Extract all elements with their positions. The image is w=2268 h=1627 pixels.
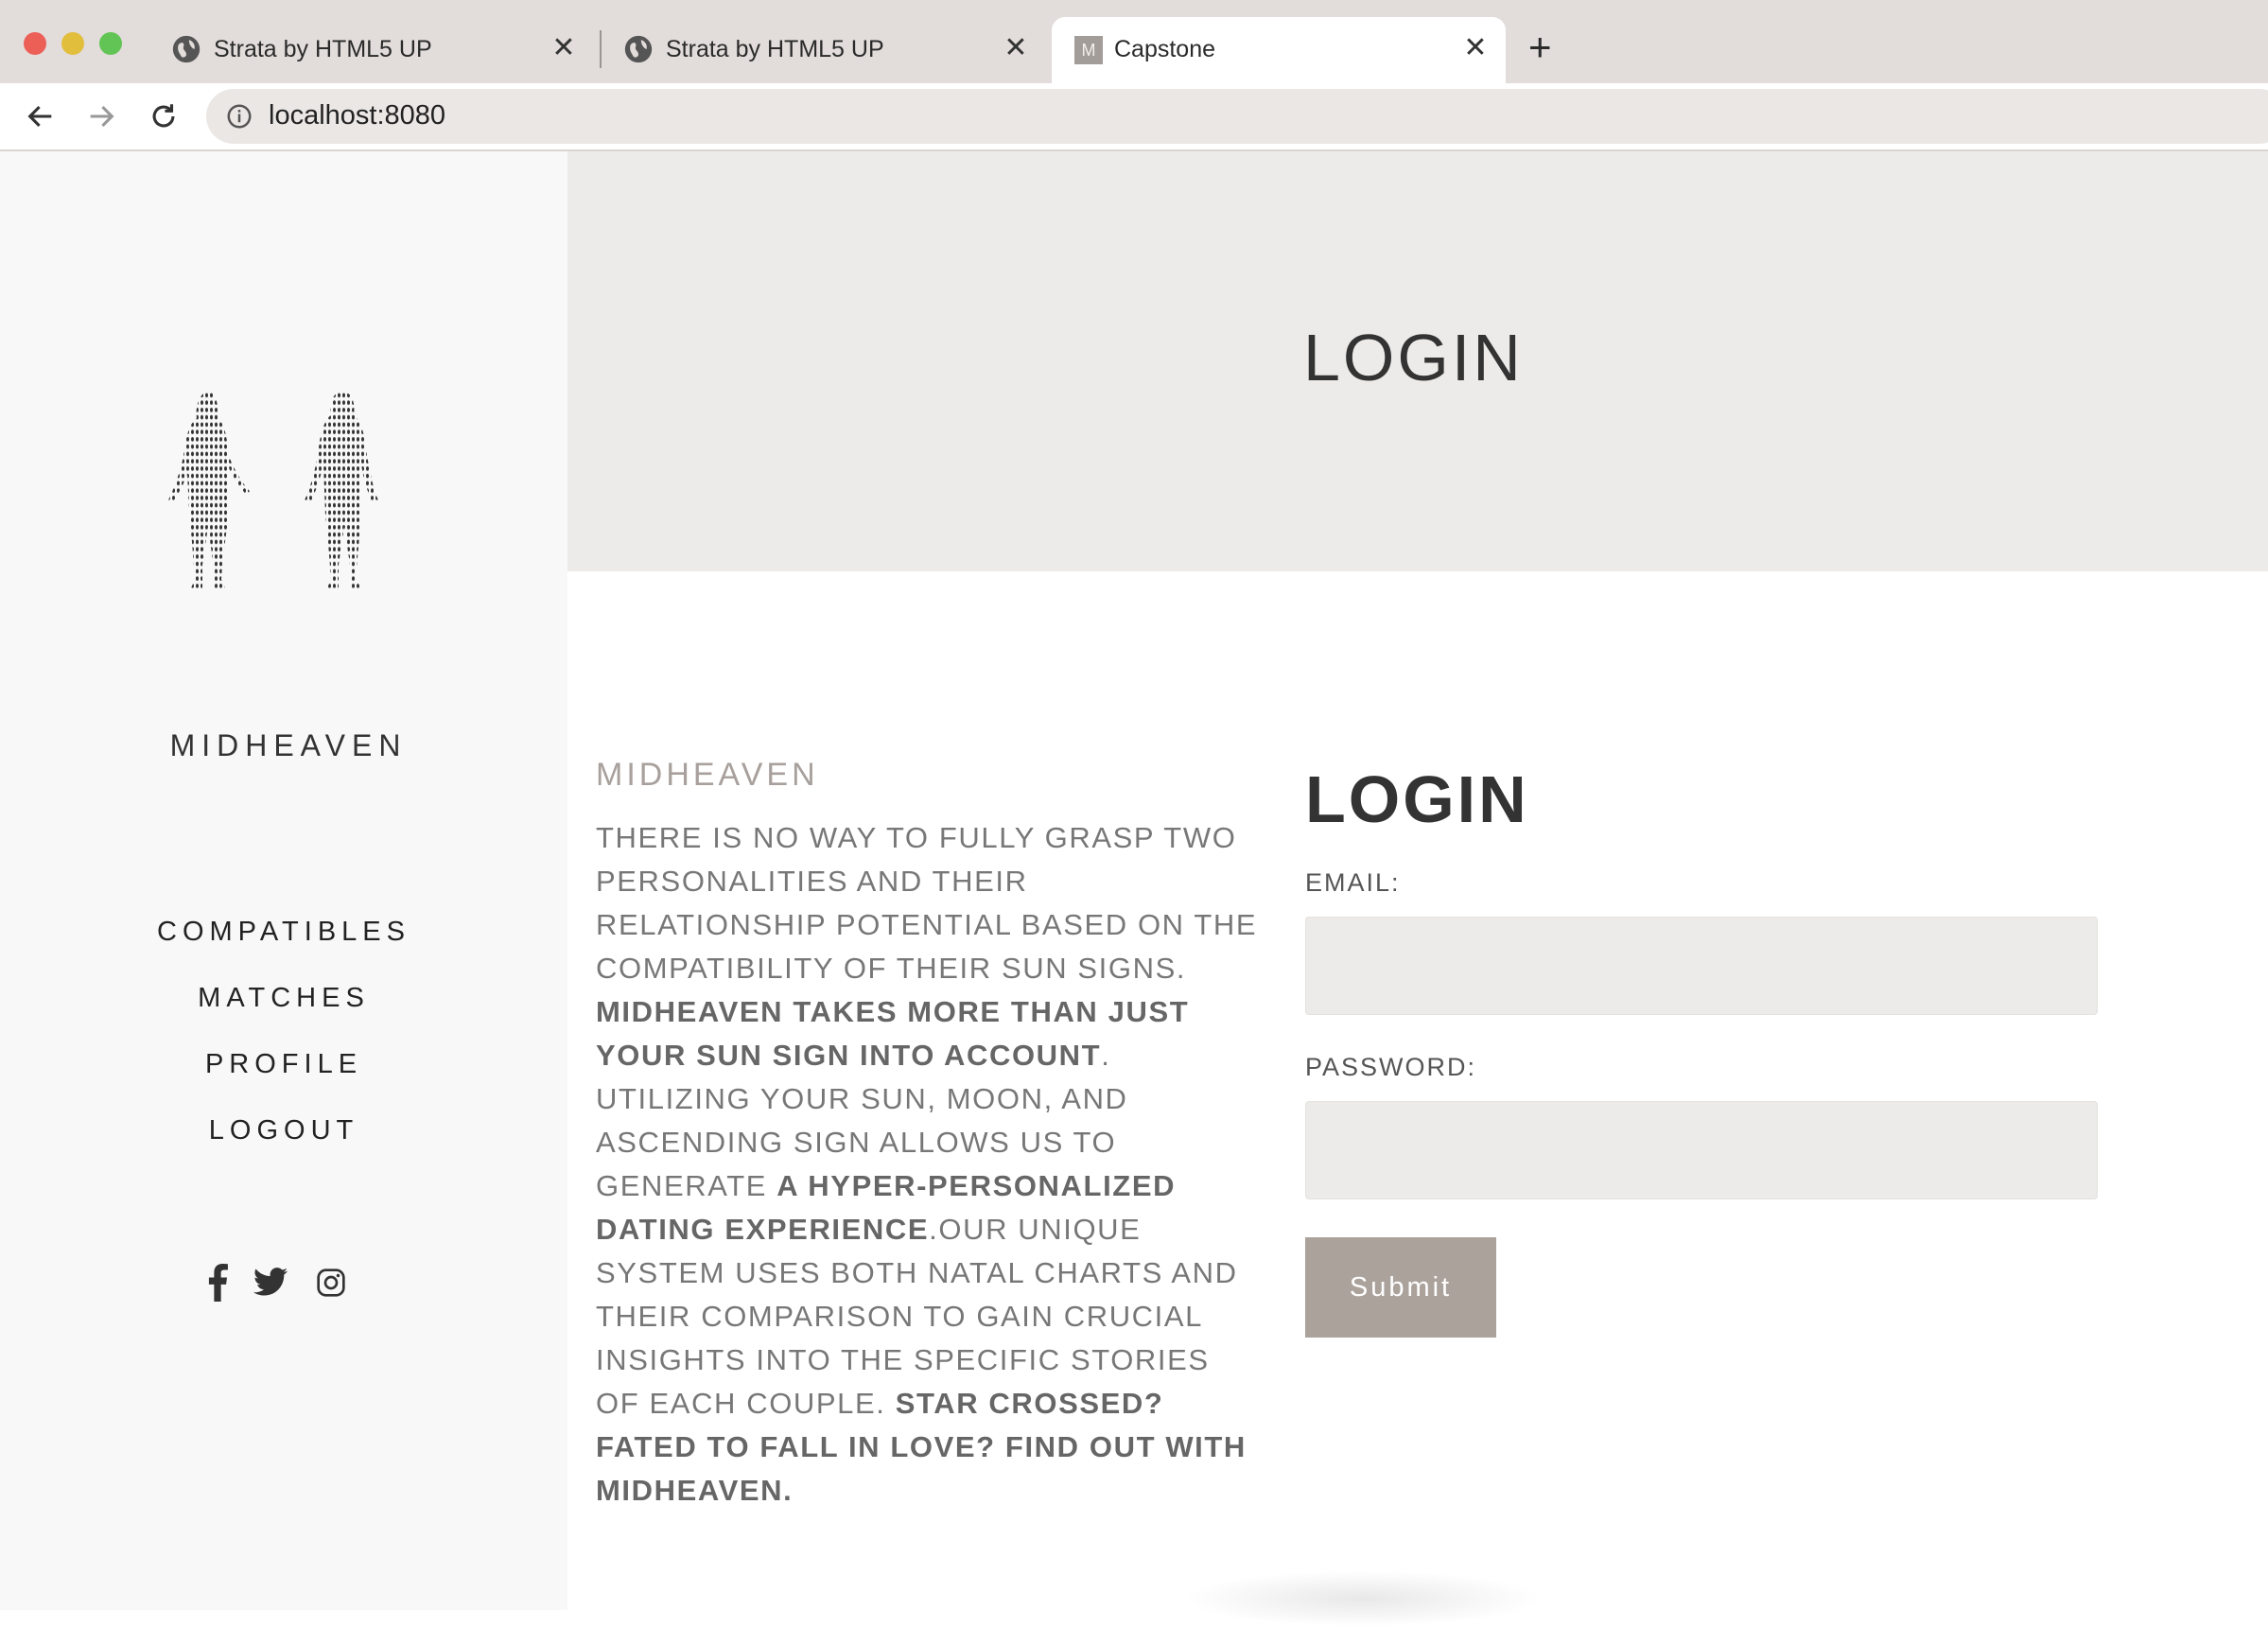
email-label: EMAIL: <box>1305 868 1401 897</box>
browser-toolbar: localhost:8080 <box>0 83 2268 149</box>
hero-banner: LOGIN <box>567 151 2268 571</box>
window-close-button[interactable] <box>24 32 46 55</box>
arrow-left-icon <box>27 105 52 128</box>
login-form: LOGIN EMAIL: PASSWORD: Submit <box>1305 757 2100 1338</box>
new-tab-button[interactable]: + <box>1528 23 1552 72</box>
info-icon[interactable] <box>225 102 253 131</box>
browser-tab-bar: Strata by HTML5 UP ✕ Strata by HTML5 UP … <box>0 0 2268 83</box>
reload-button[interactable] <box>140 93 187 140</box>
about-paragraph: THERE IS NO WAY TO FULLY GRASP TWO PERSO… <box>596 816 1258 1513</box>
instagram-icon[interactable] <box>316 1268 346 1302</box>
logo-text[interactable]: MIDHEAVEN <box>0 728 577 763</box>
tab-title: Strata by HTML5 UP <box>214 36 432 62</box>
about-text-1: THERE IS NO WAY TO FULLY GRASP TWO PERSO… <box>596 821 1258 985</box>
globe-icon <box>624 35 653 63</box>
submit-button[interactable]: Submit <box>1305 1237 1496 1338</box>
password-label: PASSWORD: <box>1305 1053 1477 1081</box>
password-field[interactable] <box>1305 1101 2098 1199</box>
facebook-icon[interactable] <box>206 1264 229 1305</box>
forward-button[interactable] <box>78 93 125 140</box>
url-text[interactable]: localhost:8080 <box>269 100 445 131</box>
tab-close-button[interactable]: ✕ <box>1001 32 1031 64</box>
sidebar: MIDHEAVEN COMPATIBLES MATCHES PROFILE LO… <box>0 151 567 1610</box>
address-bar[interactable]: localhost:8080 <box>206 89 2268 144</box>
tab-title: Strata by HTML5 UP <box>666 36 884 62</box>
window-maximize-button[interactable] <box>99 32 122 55</box>
browser-tab[interactable]: Strata by HTML5 UP ✕ <box>603 17 1050 83</box>
back-button[interactable] <box>17 93 64 140</box>
window-minimize-button[interactable] <box>61 32 84 55</box>
social-links <box>195 1264 365 1311</box>
nav-compatibles[interactable]: COMPATIBLES <box>0 899 567 965</box>
browser-tab-active[interactable]: M Capstone ✕ <box>1052 17 1506 83</box>
nav-logout[interactable]: LOGOUT <box>0 1097 567 1163</box>
tab-close-button[interactable]: ✕ <box>1460 32 1491 64</box>
sidebar-nav: COMPATIBLES MATCHES PROFILE LOGOUT <box>0 899 567 1163</box>
page-title: LOGIN <box>1303 321 1524 394</box>
browser-tab[interactable]: Strata by HTML5 UP ✕ <box>151 17 596 83</box>
arrow-right-icon <box>90 105 114 128</box>
email-field[interactable] <box>1305 917 2098 1015</box>
reload-icon <box>152 104 175 128</box>
nav-profile[interactable]: PROFILE <box>0 1031 567 1097</box>
login-heading: LOGIN <box>1305 762 1529 836</box>
twitter-icon[interactable] <box>253 1268 288 1300</box>
nav-matches[interactable]: MATCHES <box>0 965 567 1031</box>
m-favicon: M <box>1074 36 1103 64</box>
logo-figures-icon <box>168 392 378 588</box>
about-section: MIDHEAVEN THERE IS NO WAY TO FULLY GRASP… <box>596 757 1258 1513</box>
globe-icon <box>172 35 201 63</box>
tab-close-button[interactable]: ✕ <box>549 32 579 64</box>
tab-title: Capstone <box>1114 36 1216 62</box>
scroll-shadow <box>1182 1570 1542 1627</box>
about-heading: MIDHEAVEN <box>596 757 819 793</box>
tab-separator <box>600 30 602 68</box>
